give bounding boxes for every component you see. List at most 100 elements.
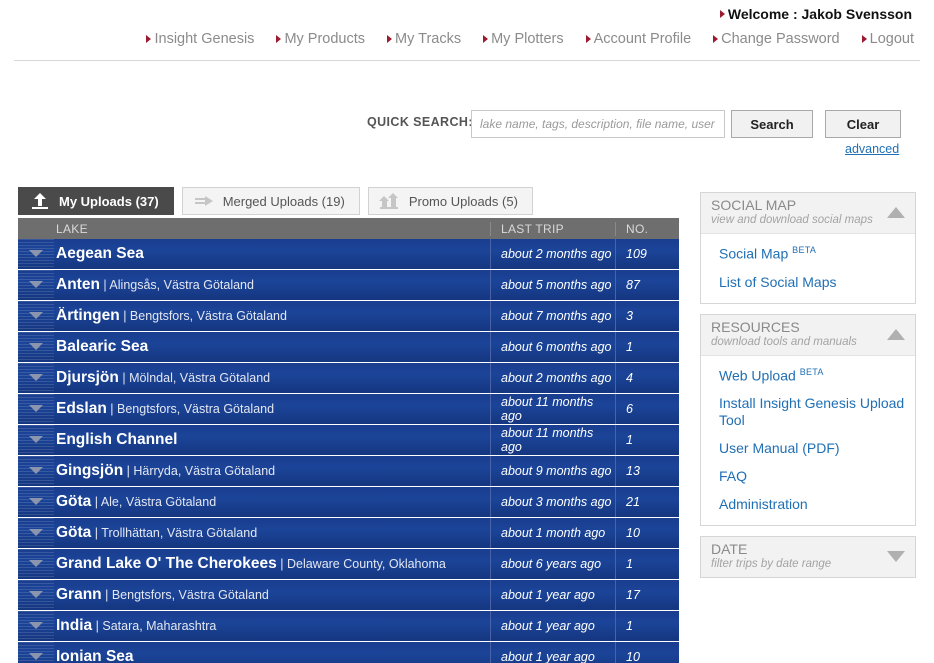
table-row[interactable]: India | Satara, Maharashtra about 1 year … — [18, 611, 679, 641]
row-expand-toggle[interactable] — [18, 270, 54, 300]
nav-item-label: Insight Genesis — [154, 31, 255, 47]
column-header-last-trip[interactable]: LAST TRIP — [490, 221, 615, 236]
chevron-down-icon — [29, 250, 43, 257]
row-expand-toggle[interactable] — [18, 549, 54, 579]
table-row[interactable]: Edslan | Bengtsfors, Västra Götaland abou… — [18, 394, 679, 424]
chevron-down-icon[interactable] — [887, 551, 905, 563]
row-expand-toggle[interactable] — [18, 487, 54, 517]
row-expand-toggle[interactable] — [18, 518, 54, 548]
table-row[interactable]: English Channel about 11 months ago 1 — [18, 425, 679, 455]
uploads-tabs: My Uploads (37) Merged Uploads (19) Prom… — [18, 187, 533, 215]
nav-item-insight-genesis[interactable]: Insight Genesis — [146, 31, 254, 47]
row-expand-toggle[interactable] — [18, 642, 54, 663]
panel-header-resources[interactable]: RESOURCES download tools and manuals — [701, 314, 915, 356]
bullet-icon — [861, 35, 867, 43]
row-expand-toggle[interactable] — [18, 301, 54, 331]
cell-lake: Anten | Alingsås, Västra Götaland — [54, 276, 490, 294]
row-expand-toggle[interactable] — [18, 580, 54, 610]
row-expand-toggle[interactable] — [18, 425, 54, 455]
lake-location: | Härryda, Västra Götaland — [123, 464, 276, 478]
table-row[interactable]: Ärtingen | Bengtsfors, Västra Götaland ab… — [18, 301, 679, 331]
column-header-no[interactable]: NO. — [615, 221, 679, 236]
panel-subtitle: filter trips by date range — [711, 558, 832, 571]
lake-name: Gingsjön — [56, 462, 124, 479]
sidebar-link-label: User Manual (PDF) — [719, 440, 840, 457]
row-expand-toggle[interactable] — [18, 332, 54, 362]
bullet-icon — [146, 35, 152, 43]
tab-my-uploads-label: My Uploads (37) — [59, 194, 159, 209]
table-row[interactable]: Ionian Sea about 1 year ago 10 — [18, 642, 679, 663]
advanced-search-link[interactable]: advanced — [845, 142, 899, 156]
lake-name: India — [56, 617, 93, 634]
sidebar-link-faq[interactable]: FAQ — [719, 468, 905, 485]
cell-trip-count: 1 — [615, 611, 679, 641]
tab-promo-uploads[interactable]: Promo Uploads (5) — [367, 187, 533, 215]
sidebar-link-list-of-social-maps[interactable]: List of Social Maps — [719, 274, 905, 291]
table-row[interactable]: Aegean Sea about 2 months ago 109 — [18, 239, 679, 269]
chevron-down-icon — [29, 436, 43, 443]
cell-trip-count: 3 — [615, 301, 679, 331]
tab-my-uploads[interactable]: My Uploads (37) — [18, 187, 174, 215]
table-row[interactable]: Grann | Bengtsfors, Västra Götaland about… — [18, 580, 679, 610]
welcome-text: Welcome : Jakob Svensson — [727, 6, 912, 22]
sidebar-link-install-insight-genesis-upload-tool[interactable]: Install Insight Genesis Upload Tool — [719, 395, 905, 429]
panel-header-social-map[interactable]: SOCIAL MAP view and download social maps — [701, 193, 915, 234]
nav-item-label: My Tracks — [395, 31, 462, 47]
nav-item-logout[interactable]: Logout — [861, 31, 914, 47]
cell-lake: English Channel — [54, 431, 490, 449]
cell-last-trip: about 6 years ago — [490, 549, 615, 579]
row-expand-toggle[interactable] — [18, 456, 54, 486]
upload-icon — [29, 192, 51, 211]
sidebar-link-web-upload[interactable]: Web Upload BETA — [719, 364, 905, 385]
nav-item-label: Logout — [869, 31, 914, 47]
nav-item-my-products[interactable]: My Products — [276, 31, 365, 47]
row-expand-toggle[interactable] — [18, 611, 54, 641]
sidebar-link-user-manual-pdf-[interactable]: User Manual (PDF) — [719, 440, 905, 457]
panel-title: SOCIAL MAP — [711, 197, 797, 213]
column-header-lake[interactable]: LAKE — [18, 222, 490, 236]
sidebar-link-label: List of Social Maps — [719, 273, 837, 290]
chevron-down-icon — [29, 312, 43, 319]
panel-header-text: DATE filter trips by date range — [711, 542, 831, 571]
cell-trip-count: 109 — [615, 239, 679, 269]
panel-header-date[interactable]: DATE filter trips by date range — [701, 537, 915, 578]
search-button[interactable]: Search — [731, 110, 813, 138]
table-row[interactable]: Göta | Ale, Västra Götaland about 3 month… — [18, 487, 679, 517]
nav-item-label: My Products — [284, 31, 366, 47]
row-expand-toggle[interactable] — [18, 363, 54, 393]
cell-trip-count: 6 — [615, 394, 679, 424]
search-input[interactable] — [471, 110, 725, 138]
cell-lake: Göta | Trollhättan, Västra Götaland — [54, 524, 490, 542]
tab-merged-uploads[interactable]: Merged Uploads (19) — [181, 187, 360, 215]
nav-item-my-tracks[interactable]: My Tracks — [387, 31, 461, 47]
chevron-down-icon — [29, 653, 43, 660]
panel-date: DATE filter trips by date range — [700, 536, 916, 579]
table-row[interactable]: Göta | Trollhättan, Västra Götaland about… — [18, 518, 679, 548]
table-row[interactable]: Djursjön | Mölndal, Västra Götaland about… — [18, 363, 679, 393]
row-expand-toggle[interactable] — [18, 394, 54, 424]
nav-item-change-password[interactable]: Change Password — [713, 31, 840, 47]
cell-lake: India | Satara, Maharashtra — [54, 617, 490, 635]
nav-item-account-profile[interactable]: Account Profile — [585, 31, 691, 47]
table-row[interactable]: Balearic Sea about 6 months ago 1 — [18, 332, 679, 362]
table-row[interactable]: Gingsjön | Härryda, Västra Götaland about… — [18, 456, 679, 486]
clear-button[interactable]: Clear — [825, 110, 901, 138]
cell-lake: Gingsjön | Härryda, Västra Götaland — [54, 462, 490, 480]
lake-name: Ärtingen — [56, 307, 120, 324]
sidebar-link-administration[interactable]: Administration — [719, 496, 905, 513]
chevron-up-icon[interactable] — [887, 328, 905, 340]
chevron-up-icon[interactable] — [887, 207, 905, 218]
table-row[interactable]: Anten | Alingsås, Västra Götaland about 5… — [18, 270, 679, 300]
table-row[interactable]: Grand Lake O' The Cherokees | Delaware C… — [18, 549, 679, 579]
sidebar-link-label: Administration — [719, 496, 808, 513]
panel-subtitle: view and download social maps — [711, 214, 873, 226]
nav-item-my-plotters[interactable]: My Plotters — [483, 31, 564, 47]
tab-promo-uploads-label: Promo Uploads (5) — [408, 193, 518, 209]
row-expand-toggle[interactable] — [18, 239, 54, 269]
panel-title: RESOURCES — [711, 318, 800, 335]
main-navigation: Insight Genesis My Products My Tracks My Pl… — [0, 31, 914, 47]
lake-name: Edslan — [56, 400, 107, 417]
sidebar-link-social-map[interactable]: Social Map BETA — [719, 242, 905, 263]
cell-last-trip: about 3 months ago — [490, 487, 615, 517]
panel-body-social-map: Social Map BETA List of Social Maps — [701, 234, 915, 303]
